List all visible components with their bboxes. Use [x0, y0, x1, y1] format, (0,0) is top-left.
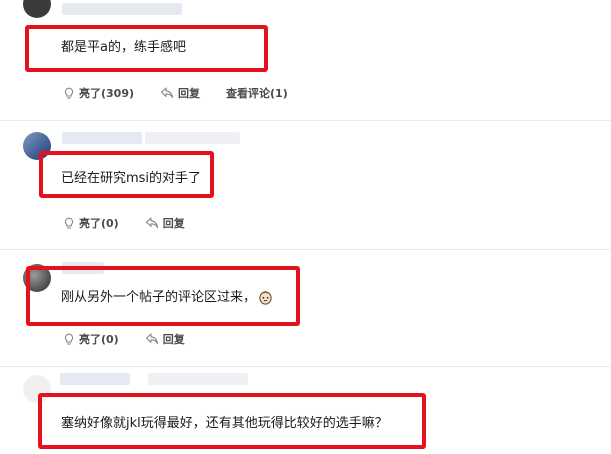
- view-replies-label: 查看评论(1): [226, 87, 288, 100]
- reply-label: 回复: [178, 87, 201, 100]
- reply-button[interactable]: 回复: [160, 85, 200, 101]
- view-replies-link[interactable]: 查看评论(1): [226, 85, 288, 101]
- comment-text: 塞纳好像就jkl玩得最好，还有其他玩得比较好的选手嘛？: [61, 416, 388, 431]
- comment-actions: 亮了(0) 回复: [63, 331, 211, 347]
- reply-button[interactable]: 回复: [145, 331, 185, 347]
- reply-label: 回复: [162, 333, 185, 346]
- blurred-username: [62, 3, 182, 15]
- like-label: 亮了(0): [79, 217, 119, 230]
- reply-label: 回复: [162, 217, 185, 230]
- like-button[interactable]: 亮了(0): [63, 215, 119, 231]
- bulb-icon: [64, 87, 74, 99]
- blurred-username: [60, 373, 130, 385]
- comment-text: 都是平a的，练手感吧: [61, 40, 186, 55]
- blurred-meta: [148, 373, 248, 385]
- reply-arrow-icon: [145, 217, 158, 229]
- like-label: 亮了(309): [79, 87, 135, 100]
- like-label: 亮了(0): [79, 333, 119, 346]
- comment-text: 刚从另外一个帖子的评论区过来，: [61, 290, 273, 306]
- crying-face-emoji-icon: [259, 291, 272, 305]
- comment-item-3: 刚从另外一个帖子的评论区过来， 亮了(0) 回复: [0, 250, 611, 366]
- comment-text-body: 刚从另外一个帖子的评论区过来，: [61, 290, 257, 305]
- comment-actions: 亮了(309) 回复 查看评论(1): [63, 85, 314, 101]
- comment-item-1: 都是平a的，练手感吧 亮了(309) 回复 查看评论(1): [0, 0, 611, 120]
- blurred-username: [62, 132, 142, 144]
- bulb-icon: [64, 217, 74, 229]
- like-button[interactable]: 亮了(0): [63, 331, 119, 347]
- reply-button[interactable]: 回复: [145, 215, 185, 231]
- comment-text: 已经在研究msi的对手了: [61, 171, 202, 186]
- comment-actions: 亮了(0) 回复: [63, 215, 211, 231]
- reply-arrow-icon: [160, 87, 174, 99]
- like-button[interactable]: 亮了(309): [63, 85, 134, 101]
- comment-item-4: 塞纳好像就jkl玩得最好，还有其他玩得比较好的选手嘛？: [0, 367, 611, 454]
- blurred-meta: [145, 132, 240, 144]
- comment-item-2: 已经在研究msi的对手了 亮了(0) 回复: [0, 121, 611, 249]
- avatar[interactable]: [23, 0, 51, 18]
- bulb-icon: [64, 333, 74, 345]
- reply-arrow-icon: [145, 333, 158, 345]
